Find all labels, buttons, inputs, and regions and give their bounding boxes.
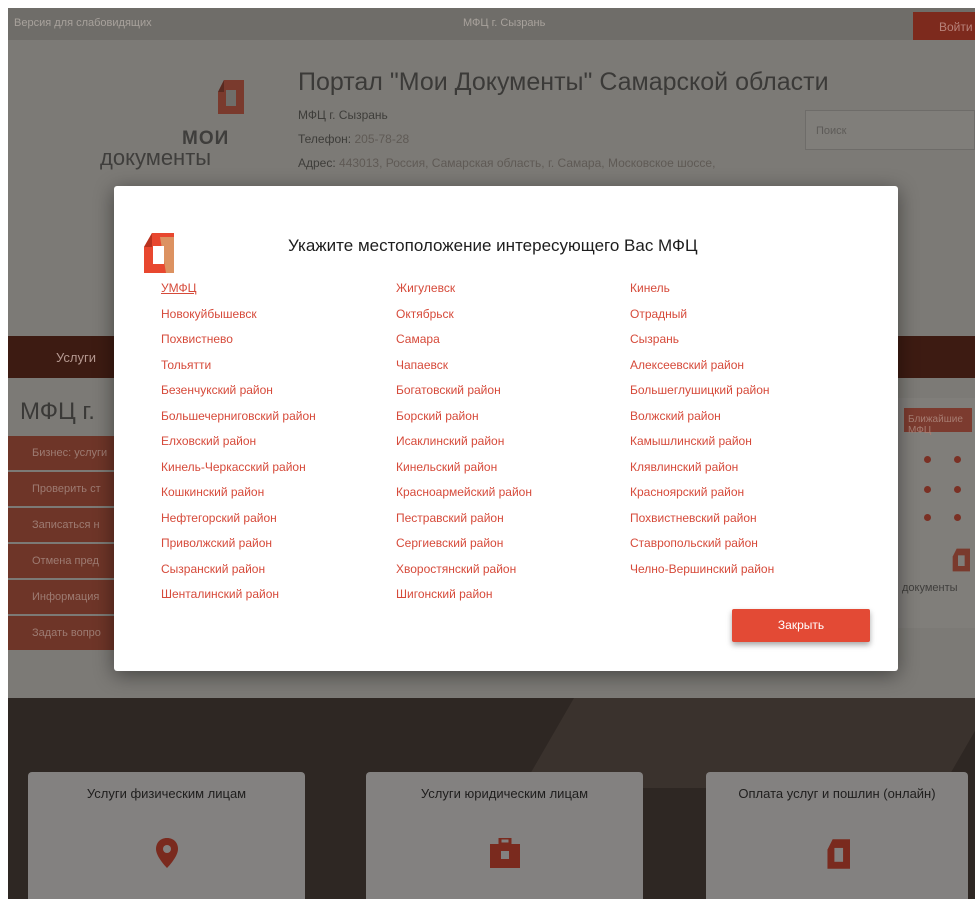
location-link[interactable]: Камышлинский район (630, 434, 774, 460)
logo-icon (952, 548, 970, 572)
location-pin-icon (155, 838, 178, 868)
location-link[interactable]: Октябрьск (396, 307, 532, 333)
site-logo[interactable]: МОИ документы (100, 68, 250, 188)
map-dot-icon (924, 514, 931, 521)
location-link[interactable]: Нефтегорский район (161, 511, 316, 537)
phone-line: Телефон: 205-78-28 (298, 132, 409, 146)
location-link[interactable]: Пестравский район (396, 511, 532, 537)
card-online-payment[interactable]: Оплата услуг и пошлин (онлайн) (706, 772, 968, 899)
phone-value: 205-78-28 (354, 132, 410, 146)
nearest-mfc-panel: Ближайшие МФЦ документы (898, 398, 975, 628)
location-link[interactable]: Богатовский район (396, 383, 532, 409)
location-link[interactable]: Чапаевск (396, 358, 532, 384)
location-link[interactable]: Борский район (396, 409, 532, 435)
map-dot-icon (954, 514, 961, 521)
location-link[interactable]: Новокуйбышевск (161, 307, 316, 333)
map-dot-icon (954, 486, 961, 493)
map-dot-icon (924, 456, 931, 463)
location-link[interactable]: Большечерниговский район (161, 409, 316, 435)
card-title: Оплата услуг и пошлин (онлайн) (738, 786, 936, 801)
address-line: Адрес: 443013, Россия, Самарская область… (298, 156, 715, 170)
logo-text-documents: документы (100, 145, 212, 170)
location-link[interactable]: Алексеевский район (630, 358, 774, 384)
login-button[interactable]: Войти (913, 12, 975, 40)
location-link[interactable]: Сергиевский район (396, 536, 532, 562)
location-link[interactable]: Хворостянский район (396, 562, 532, 588)
location-link[interactable]: Жигулевск (396, 281, 532, 307)
hero-section: Услуги физическим лицам Услуги юридическ… (8, 698, 975, 899)
small-logo: документы (898, 548, 975, 618)
location-link[interactable]: Челно-Вершинский район (630, 562, 774, 588)
card-title: Услуги физическим лицам (86, 786, 247, 801)
location-link[interactable]: Кинель-Черкасский район (161, 460, 316, 486)
address-value: 443013, Россия, Самарская область, г. Са… (339, 156, 716, 170)
vision-impaired-link[interactable]: Версия для слабовидящих (14, 17, 152, 29)
address-label: Адрес: (298, 156, 336, 170)
location-column-2: Жигулевск Октябрьск Самара Чапаевск Бога… (396, 281, 532, 613)
location-link[interactable]: Клявлинский район (630, 460, 774, 486)
nearest-mfc-button[interactable]: Ближайшие МФЦ (904, 408, 972, 436)
nav-item-services[interactable]: Услуги (56, 350, 96, 365)
location-link[interactable]: Безенчукский район (161, 383, 316, 409)
location-link[interactable]: Красноярский район (630, 485, 774, 511)
map-dot-icon (954, 456, 961, 463)
location-link[interactable]: Исаклинский район (396, 434, 532, 460)
location-link[interactable]: Похвистнево (161, 332, 316, 358)
location-link[interactable]: Самара (396, 332, 532, 358)
search-input[interactable]: Поиск (805, 110, 975, 150)
card-individuals[interactable]: Услуги физическим лицам (28, 772, 305, 899)
location-link[interactable]: Кинельский район (396, 460, 532, 486)
logo-icon (144, 233, 174, 273)
card-title: Услуги юридическим лицам (420, 786, 589, 801)
close-button[interactable]: Закрыть (732, 609, 870, 642)
location-link[interactable]: Сызранский район (161, 562, 316, 588)
location-link[interactable]: УМФЦ (161, 281, 316, 307)
location-link[interactable]: Приволжский район (161, 536, 316, 562)
location-link[interactable]: Кинель (630, 281, 774, 307)
location-column-3: Кинель Отрадный Сызрань Алексеевский рай… (630, 281, 774, 587)
mfc-heading: МФЦ г. (20, 398, 95, 425)
location-modal: Укажите местоположение интересующего Вас… (114, 186, 898, 671)
location-column-1: УМФЦ Новокуйбышевск Похвистнево Тольятти… (161, 281, 316, 613)
map-dot-icon (924, 486, 931, 493)
card-legal-entities[interactable]: Услуги юридическим лицам (366, 772, 643, 899)
phone-label: Телефон: (298, 132, 352, 146)
documents-icon (827, 839, 850, 869)
logo-icon (218, 80, 244, 114)
briefcase-icon (489, 838, 520, 868)
search-placeholder: Поиск (816, 125, 847, 137)
portal-title: Портал "Мои Документы" Самарской области (298, 68, 829, 96)
location-link[interactable]: Тольятти (161, 358, 316, 384)
top-bar: Версия для слабовидящих МФЦ г. Сызрань В… (8, 8, 975, 40)
small-logo-text: документы (902, 582, 958, 594)
city-selector[interactable]: МФЦ г. Сызрань (463, 17, 545, 29)
location-link[interactable]: Похвистневский район (630, 511, 774, 537)
mfc-name: МФЦ г. Сызрань (298, 108, 388, 122)
location-link[interactable]: Красноармейский район (396, 485, 532, 511)
location-link[interactable]: Шигонский район (396, 587, 532, 613)
location-link[interactable]: Отрадный (630, 307, 774, 333)
location-link[interactable]: Ставропольский район (630, 536, 774, 562)
location-link[interactable]: Большеглушицкий район (630, 383, 774, 409)
modal-title: Укажите местоположение интересующего Вас… (288, 236, 698, 255)
location-link[interactable]: Сызрань (630, 332, 774, 358)
location-link[interactable]: Кошкинский район (161, 485, 316, 511)
location-link[interactable]: Елховский район (161, 434, 316, 460)
location-link[interactable]: Шенталинский район (161, 587, 316, 613)
location-link[interactable]: Волжский район (630, 409, 774, 435)
